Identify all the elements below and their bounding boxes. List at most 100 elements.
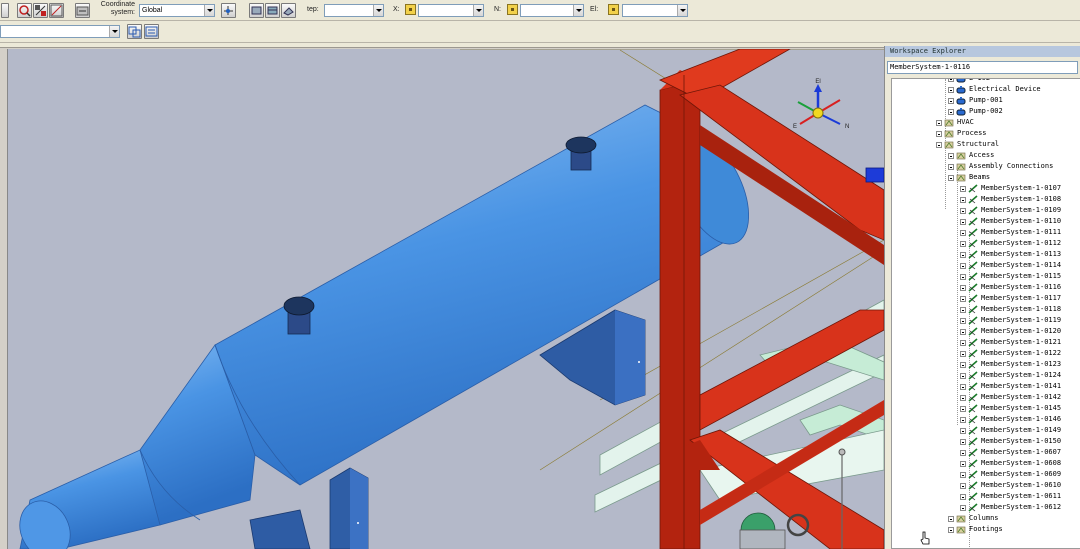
north-coordinate-field[interactable] bbox=[520, 4, 584, 17]
expand-toggle-icon[interactable] bbox=[960, 219, 966, 225]
expand-toggle-icon[interactable] bbox=[960, 241, 966, 247]
toolbar-edge-button[interactable] bbox=[1, 3, 9, 18]
lock-icon[interactable] bbox=[405, 4, 416, 15]
expand-toggle-icon[interactable] bbox=[960, 307, 966, 313]
x-coordinate-field[interactable] bbox=[418, 4, 484, 17]
member-system-icon bbox=[968, 228, 978, 237]
tree-item-label: MemberSystem-1-0121 bbox=[981, 338, 1062, 346]
tree-item-label: Footings bbox=[969, 525, 1003, 533]
filter-apply-button[interactable] bbox=[127, 24, 142, 39]
lock-icon[interactable] bbox=[507, 4, 518, 15]
expand-toggle-icon[interactable] bbox=[960, 329, 966, 335]
tree-item-label: Columns bbox=[969, 514, 999, 522]
hand-cursor-icon bbox=[920, 531, 930, 545]
expand-toggle-icon[interactable] bbox=[960, 406, 966, 412]
tree-item-label: HVAC bbox=[957, 118, 974, 126]
expand-toggle-icon[interactable] bbox=[960, 395, 966, 401]
view-iso-button[interactable] bbox=[281, 3, 296, 18]
lock-icon[interactable] bbox=[608, 4, 619, 15]
expand-toggle-icon[interactable] bbox=[960, 483, 966, 489]
member-system-icon bbox=[968, 283, 978, 292]
expand-toggle-icon[interactable] bbox=[960, 274, 966, 280]
expand-toggle-icon[interactable] bbox=[960, 318, 966, 324]
filter-properties-button[interactable] bbox=[144, 24, 159, 39]
filter-select[interactable] bbox=[0, 25, 120, 38]
expand-toggle-icon[interactable] bbox=[948, 153, 954, 159]
select-filter-button[interactable] bbox=[33, 3, 48, 18]
elevation-field[interactable] bbox=[622, 4, 688, 17]
equipment-icon bbox=[956, 79, 966, 83]
expand-toggle-icon[interactable] bbox=[960, 351, 966, 357]
expand-toggle-icon[interactable] bbox=[960, 461, 966, 467]
member-system-icon bbox=[968, 261, 978, 270]
expand-toggle-icon[interactable] bbox=[948, 109, 954, 115]
tree-item-label: Beams bbox=[969, 173, 991, 181]
view-plan-button[interactable] bbox=[249, 3, 264, 18]
secondary-toolbar bbox=[0, 21, 1080, 43]
expand-toggle-icon[interactable] bbox=[948, 98, 954, 104]
expand-toggle-icon[interactable] bbox=[960, 208, 966, 214]
expand-toggle-icon[interactable] bbox=[960, 417, 966, 423]
expand-toggle-icon[interactable] bbox=[936, 142, 942, 148]
axis-n-label: N bbox=[845, 124, 849, 130]
expand-toggle-icon[interactable] bbox=[960, 505, 966, 511]
expand-toggle-icon[interactable] bbox=[948, 516, 954, 522]
expand-toggle-icon[interactable] bbox=[960, 450, 966, 456]
expand-toggle-icon[interactable] bbox=[960, 340, 966, 346]
axis-triad: El N E bbox=[793, 79, 849, 130]
chevron-down-icon[interactable] bbox=[109, 26, 119, 37]
expand-toggle-icon[interactable] bbox=[960, 439, 966, 445]
system-folder-icon bbox=[956, 515, 966, 523]
expand-toggle-icon[interactable] bbox=[948, 527, 954, 533]
equipment-icon bbox=[956, 97, 966, 105]
tree-item-label: Pump-002 bbox=[969, 107, 1003, 115]
expand-toggle-icon[interactable] bbox=[960, 296, 966, 302]
expand-toggle-icon[interactable] bbox=[960, 373, 966, 379]
expand-toggle-icon[interactable] bbox=[948, 175, 954, 181]
expand-toggle-icon[interactable] bbox=[960, 384, 966, 390]
model-scene[interactable]: El N E bbox=[8, 49, 884, 549]
main-toolbar: Coordinate system: Global tep: X: N: El: bbox=[0, 0, 1080, 21]
tree-item-label: MemberSystem-1-0109 bbox=[981, 206, 1062, 214]
expand-toggle-icon[interactable] bbox=[936, 131, 942, 137]
expand-toggle-icon[interactable] bbox=[936, 120, 942, 126]
explorer-path-field[interactable]: MemberSystem-1-0116 bbox=[887, 61, 1078, 74]
expand-toggle-icon[interactable] bbox=[948, 164, 954, 170]
chevron-down-icon[interactable] bbox=[473, 5, 483, 16]
tree-item-label: MemberSystem-1-0610 bbox=[981, 481, 1062, 489]
system-folder-icon bbox=[944, 130, 954, 138]
chevron-down-icon[interactable] bbox=[573, 5, 583, 16]
expand-toggle-icon[interactable] bbox=[960, 263, 966, 269]
expand-toggle-icon[interactable] bbox=[960, 494, 966, 500]
expand-toggle-icon[interactable] bbox=[960, 197, 966, 203]
chevron-down-icon[interactable] bbox=[677, 5, 687, 16]
expand-toggle-icon[interactable] bbox=[960, 362, 966, 368]
graphic-view[interactable]: El N E bbox=[8, 49, 884, 549]
expand-toggle-icon[interactable] bbox=[960, 186, 966, 192]
expand-toggle-icon[interactable] bbox=[960, 285, 966, 291]
step-label: tep: bbox=[307, 6, 319, 13]
expand-toggle-icon[interactable] bbox=[948, 87, 954, 93]
member-system-icon bbox=[968, 481, 978, 490]
measure-tool-button[interactable] bbox=[49, 3, 64, 18]
view-elevation-button[interactable] bbox=[265, 3, 280, 18]
chevron-down-icon[interactable] bbox=[204, 5, 214, 16]
zoom-tool-button[interactable] bbox=[17, 3, 32, 18]
expand-toggle-icon[interactable] bbox=[948, 79, 954, 82]
expand-toggle-icon[interactable] bbox=[960, 428, 966, 434]
expand-toggle-icon[interactable] bbox=[960, 230, 966, 236]
vessel-nozzle[interactable] bbox=[283, 296, 315, 335]
step-select[interactable] bbox=[324, 4, 384, 17]
pinpoint-button[interactable] bbox=[75, 3, 90, 18]
chevron-down-icon[interactable] bbox=[373, 5, 383, 16]
coordinate-options-button[interactable] bbox=[221, 3, 236, 18]
expand-toggle-icon[interactable] bbox=[960, 252, 966, 258]
member-system-icon bbox=[968, 327, 978, 336]
expand-toggle-icon[interactable] bbox=[960, 472, 966, 478]
explorer-tree[interactable]: E-102 Electrical Device Pump-001 Pump-002 HV… bbox=[891, 78, 1080, 549]
coordinate-system-select[interactable]: Global bbox=[139, 4, 215, 17]
equipment-icon bbox=[956, 108, 966, 116]
equipment-marker[interactable] bbox=[865, 167, 884, 183]
tree-item-label: Assembly Connections bbox=[969, 162, 1054, 170]
member-system-icon bbox=[968, 459, 978, 468]
